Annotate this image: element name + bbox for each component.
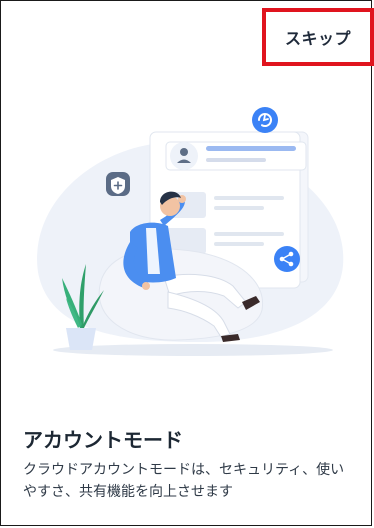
ground-shadow	[53, 344, 333, 356]
skip-button[interactable]: スキップ	[262, 8, 374, 66]
profile-line-2	[206, 158, 266, 162]
content-line-3	[214, 232, 284, 236]
user-icon	[170, 142, 198, 170]
content-line-2	[214, 206, 264, 210]
onboarding-description: クラウドアカウントモードは、セキュリティ、使いやすさ、共有機能を向上させます	[23, 461, 345, 499]
content-line-4	[214, 242, 264, 246]
onboarding-title: アカウントモード	[23, 430, 183, 452]
content-line-1	[214, 196, 284, 200]
skip-button-label: スキップ	[284, 31, 351, 48]
profile-line-1	[206, 146, 296, 151]
share-icon	[274, 246, 300, 272]
sync-icon	[252, 107, 278, 133]
account-mode-illustration	[37, 107, 344, 356]
shield-plus-icon	[106, 172, 130, 196]
